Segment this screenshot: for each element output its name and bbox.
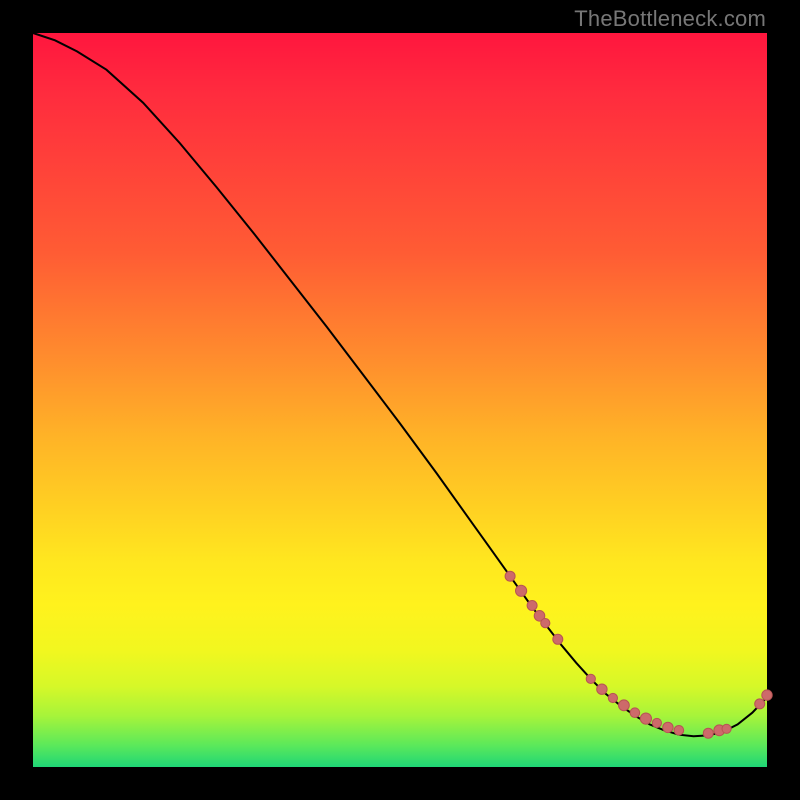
watermark-label: TheBottleneck.com — [574, 6, 766, 32]
curve-marker — [553, 634, 563, 644]
curve-marker — [722, 724, 731, 733]
curve-marker — [640, 713, 651, 724]
curve-marker — [652, 718, 661, 727]
curve-marker — [663, 722, 673, 732]
bottleneck-curve-line — [33, 33, 767, 736]
curve-marker — [505, 571, 515, 581]
curve-marker — [597, 684, 607, 694]
curve-marker — [762, 690, 772, 700]
chart-overlay — [33, 33, 767, 767]
marker-group — [505, 571, 772, 738]
chart-stage: TheBottleneck.com — [0, 0, 800, 800]
curve-marker — [527, 601, 537, 611]
curve-marker — [755, 699, 765, 709]
curve-marker — [630, 708, 640, 718]
curve-marker — [516, 585, 527, 596]
curve-marker — [541, 619, 550, 628]
curve-marker — [608, 693, 617, 702]
curve-marker — [674, 726, 684, 736]
curve-marker — [703, 728, 713, 738]
curve-marker — [619, 700, 630, 711]
curve-marker — [586, 674, 595, 683]
